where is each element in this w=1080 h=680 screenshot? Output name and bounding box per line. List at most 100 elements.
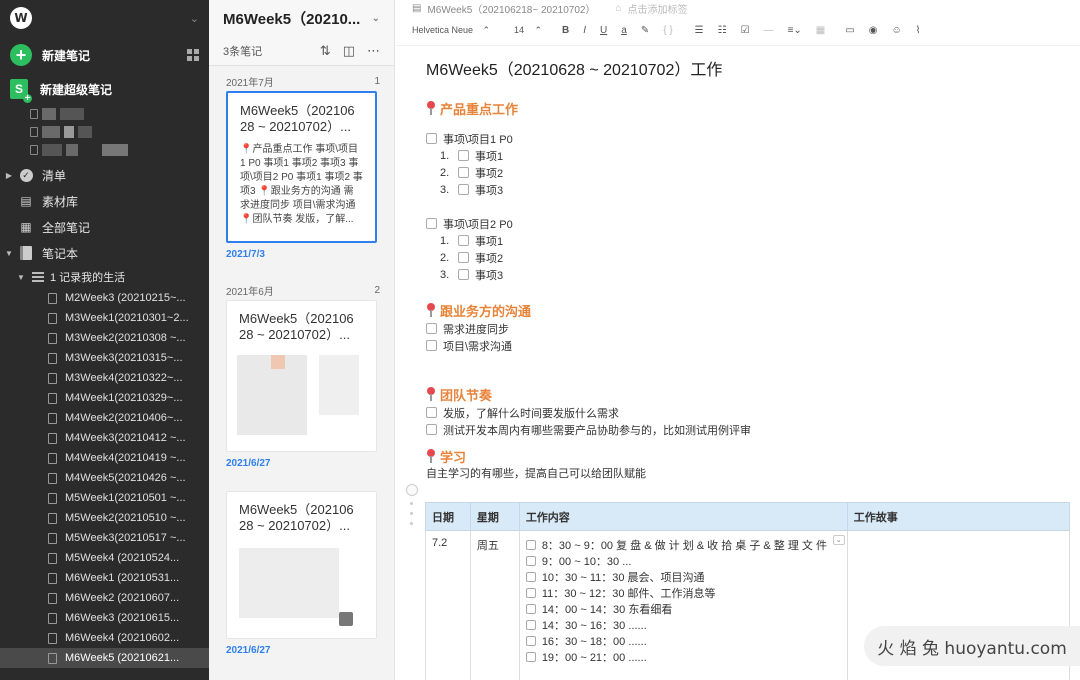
checkbox[interactable]	[525, 636, 536, 646]
sidebar-note-item[interactable]: M3Week3(20210315~...	[0, 348, 209, 368]
font-select[interactable]: Helvetica Neue ⌃	[412, 25, 490, 36]
italic-icon[interactable]: I	[583, 25, 586, 36]
checkbox[interactable]	[525, 556, 536, 566]
sidebar-item-library[interactable]: ▤ 素材库	[0, 188, 209, 214]
sidebar-item-all-notes[interactable]: ▦ 全部笔记	[0, 214, 209, 240]
sidebar-note-item[interactable]: M5Week4 (20210524...	[0, 548, 209, 568]
checkbox-item[interactable]: 2. 事项2	[440, 249, 1080, 266]
caret-down-icon[interactable]: ▼	[16, 273, 26, 282]
sidebar-note-item[interactable]: M4Week3(20210412 ~...	[0, 428, 209, 448]
checkbox[interactable]	[458, 269, 469, 280]
checkbox-item[interactable]: 1. 事项1	[440, 147, 1080, 164]
caret-down-icon[interactable]: ▼	[4, 249, 14, 258]
checkbox-item[interactable]: 3. 事项3	[440, 266, 1080, 283]
sidebar-note-item[interactable]: M3Week2(20210308 ~...	[0, 328, 209, 348]
checkbox[interactable]	[458, 184, 469, 195]
table-icon[interactable]: ▦	[816, 25, 825, 36]
dropdown-icon[interactable]: ⌄	[832, 535, 845, 545]
add-tag-button[interactable]: 点击添加标签	[628, 1, 688, 16]
divider-icon[interactable]: —	[764, 25, 774, 36]
checkbox-item[interactable]: 发版，了解什么时间要发版什么需求	[426, 404, 1080, 421]
new-note-button[interactable]: + 新建笔记	[0, 36, 209, 74]
task-item[interactable]: 14：00 ~ 14：30 东看细看	[525, 601, 841, 617]
caret-right-icon[interactable]: ▶	[4, 171, 14, 180]
checkbox[interactable]	[458, 167, 469, 178]
checkbox-item[interactable]: 事项\项目1 P0	[426, 130, 1080, 147]
checkbox[interactable]	[525, 652, 536, 662]
more-icon[interactable]: ⋯	[367, 43, 380, 59]
task-item[interactable]: 16：30 ~ 18：00 ......	[525, 633, 841, 649]
underline-icon[interactable]: U	[600, 25, 607, 36]
task-item[interactable]: 11：30 ~ 12：30 邮件、工作消息等	[525, 585, 841, 601]
emoji-icon[interactable]: ☺	[891, 25, 901, 36]
sidebar-note-item[interactable]: M5Week3(20210517 ~...	[0, 528, 209, 548]
checkbox-item[interactable]: 1. 事项1	[440, 232, 1080, 249]
checkbox-item[interactable]: 3. 事项3	[440, 181, 1080, 198]
note-card[interactable]: M6Week5（202106 28 ~ 20210702）... 📍产品重点工作…	[226, 91, 377, 243]
record-icon[interactable]: ◉	[869, 25, 878, 36]
align-icon[interactable]: ≡⌄	[788, 25, 802, 36]
sidebar-note-item[interactable]: M4Week1(20210329~...	[0, 388, 209, 408]
sidebar-note-item[interactable]: M4Week2(20210406~...	[0, 408, 209, 428]
table-cell[interactable]: 7.2	[425, 530, 471, 680]
bold-icon[interactable]: B	[562, 25, 569, 36]
sidebar-note-item[interactable]: M5Week2(20210510 ~...	[0, 508, 209, 528]
checkbox[interactable]	[426, 340, 437, 351]
sidebar-note-item[interactable]: M6Week1 (20210531...	[0, 568, 209, 588]
checkbox[interactable]	[426, 407, 437, 418]
checkbox-item[interactable]: 2. 事项2	[440, 164, 1080, 181]
task-item[interactable]: 10：30 ~ 11：30 晨会、项目沟通	[525, 569, 841, 585]
attachment-icon[interactable]: ⌇	[916, 25, 921, 36]
note-title[interactable]: M6Week5（20210628 ~ 20210702）工作	[426, 56, 1080, 80]
sidebar-item-notebooks[interactable]: ▼ 笔记本	[0, 240, 209, 266]
save-icon[interactable]: ▭	[845, 25, 854, 36]
checkbox[interactable]	[525, 620, 536, 630]
sidebar-note-item[interactable]: M3Week1(20210301~2...	[0, 308, 209, 328]
sidebar-note-item[interactable]: M6Week4 (20210602...	[0, 628, 209, 648]
view-toggle-icon[interactable]: ◫	[343, 43, 355, 59]
font-color-icon[interactable]: a	[621, 25, 627, 36]
task-item[interactable]: 14：30 ~ 16：30 ......	[525, 617, 841, 633]
checkbox[interactable]	[426, 218, 437, 229]
breadcrumb[interactable]: M6Week5（20210621​8~ 20210702）	[427, 1, 595, 16]
table-cell[interactable]: ⌄ 8：30 ~ 9：00 复 盘 & 做 计 划 & 收 拾 桌 子 & 整 …	[518, 530, 848, 680]
sidebar-note-item[interactable]: M5Week1(20210501 ~...	[0, 488, 209, 508]
checkbox[interactable]	[525, 540, 536, 550]
sidebar-note-item[interactable]: M6Week5 (20210621...	[0, 648, 209, 668]
new-super-note-button[interactable]: S 新建超级笔记	[0, 74, 209, 104]
font-size-select[interactable]: 14 ⌃	[514, 25, 542, 36]
checkbox[interactable]	[458, 150, 469, 161]
checkbox-item[interactable]: 事项\项目2 P0	[426, 215, 1080, 232]
checkbox-item[interactable]: 需求进度同步	[426, 320, 1080, 337]
table-handle-icon[interactable]	[406, 484, 418, 496]
task-item[interactable]: 19：00 ~ 21：00 ......	[525, 649, 841, 665]
note-card[interactable]: M6Week5（202106 28 ~ 20210702）...	[226, 300, 377, 452]
notebook-stack[interactable]: ▼ 1 记录我的生活	[0, 266, 209, 288]
table-cell[interactable]: 周五	[469, 530, 520, 680]
notebook-title[interactable]: M6Week5（20210...	[223, 8, 360, 29]
code-icon[interactable]: { }	[663, 25, 672, 36]
sidebar-note-item[interactable]: M3Week4(20210322~...	[0, 368, 209, 388]
checkbox[interactable]	[525, 572, 536, 582]
numbered-list-icon[interactable]: ☷	[718, 25, 727, 36]
checkbox[interactable]	[525, 604, 536, 614]
account-header[interactable]: W ⌄	[0, 0, 209, 36]
note-card[interactable]: M6Week5（202106 28 ~ 20210702）...	[226, 491, 377, 639]
note-body[interactable]: M6Week5（20210628 ~ 20210702）工作 产品重点工作 事项…	[396, 46, 1080, 483]
highlight-icon[interactable]: ✎	[641, 25, 649, 36]
task-item[interactable]: 9：00 ~ 10：30 ...	[525, 553, 841, 569]
sidebar-item-checklist[interactable]: ▶ ✓ 清单	[0, 162, 209, 188]
sidebar-note-item[interactable]: M4Week5(20210426 ~...	[0, 468, 209, 488]
chevron-down-icon[interactable]: ⌄	[372, 13, 380, 24]
chevron-down-icon[interactable]: ⌄	[190, 12, 199, 25]
task-item[interactable]: 8：30 ~ 9：00 复 盘 & 做 计 划 & 收 拾 桌 子 & 整 理 …	[525, 537, 841, 553]
checkbox-list-icon[interactable]: ☑	[741, 25, 750, 36]
checkbox[interactable]	[525, 588, 536, 598]
checkbox[interactable]	[458, 252, 469, 263]
grid-icon[interactable]	[187, 49, 199, 61]
checkbox[interactable]	[426, 133, 437, 144]
sidebar-note-item[interactable]: M6Week3 (20210615...	[0, 608, 209, 628]
sidebar-note-item[interactable]: M6Week2 (20210607...	[0, 588, 209, 608]
sort-icon[interactable]: ⇅	[320, 43, 331, 59]
sidebar-note-item[interactable]: M4Week4(20210419 ~...	[0, 448, 209, 468]
